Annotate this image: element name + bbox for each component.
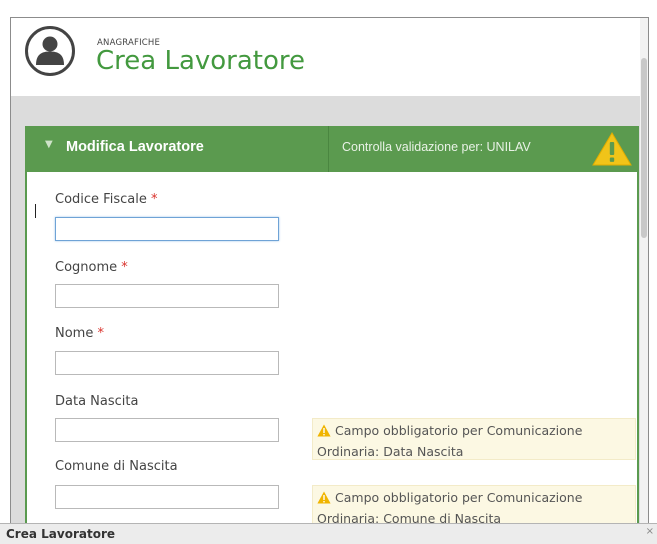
data-nascita-input[interactable] xyxy=(55,418,279,442)
nome-label: Nome * xyxy=(55,326,104,341)
cognome-input[interactable] xyxy=(55,284,279,308)
vertical-scrollbar[interactable] xyxy=(640,18,648,526)
panel-header[interactable]: ▼ Modifica Lavoratore Controlla validazi… xyxy=(25,126,637,172)
comune-di-nascita-input[interactable] xyxy=(55,485,279,509)
data-nascita-warning: Campo obbligatorio per Comunicazione Ord… xyxy=(312,418,636,460)
user-avatar-icon xyxy=(25,26,75,76)
scrollbar-thumb[interactable] xyxy=(641,58,647,238)
cognome-label: Cognome * xyxy=(55,260,128,275)
panel-title[interactable]: Modifica Lavoratore xyxy=(66,139,204,155)
page-header: ANAGRAFICHE Crea Lavoratore xyxy=(11,18,648,96)
text-cursor xyxy=(35,204,36,218)
form-panel: Codice Fiscale * Cognome * Nome * Data N… xyxy=(25,126,639,526)
warning-icon xyxy=(317,423,331,442)
comune-di-nascita-label: Comune di Nascita xyxy=(55,459,178,474)
app-window: ANAGRAFICHE Crea Lavoratore Codice Fisca… xyxy=(10,17,649,527)
status-bar: Crea Lavoratore × xyxy=(0,523,657,544)
nome-input[interactable] xyxy=(55,351,279,375)
codice-fiscale-label: Codice Fiscale * xyxy=(55,192,158,207)
collapse-caret-icon[interactable]: ▼ xyxy=(45,139,53,150)
data-nascita-label: Data Nascita xyxy=(55,394,139,409)
warning-triangle-icon[interactable] xyxy=(592,132,632,170)
status-bar-title: Crea Lavoratore xyxy=(6,527,116,541)
page-title: Crea Lavoratore xyxy=(96,46,306,76)
validation-label: Controlla validazione per: UNILAV xyxy=(342,140,531,154)
codice-fiscale-input[interactable] xyxy=(55,217,279,241)
close-icon[interactable]: × xyxy=(646,526,654,537)
header-divider xyxy=(328,126,329,172)
comune-di-nascita-warning: Campo obbligatorio per Comunicazione Ord… xyxy=(312,485,636,525)
warning-icon xyxy=(317,490,331,509)
